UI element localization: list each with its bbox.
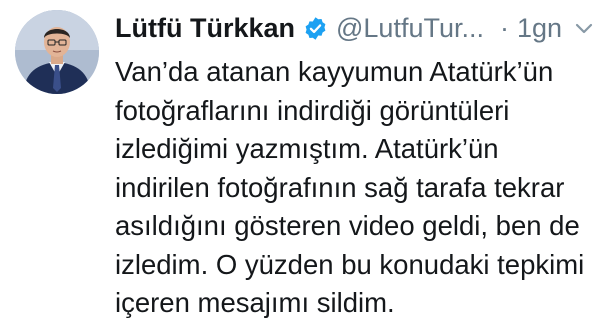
avatar-photo — [15, 10, 99, 94]
chevron-down-icon[interactable] — [575, 22, 593, 36]
tweet-header: Lütfü Türkkan @LutfuTur... · 1gn — [115, 6, 562, 50]
tweet-text-line: indirilen fotoğrafının sağ tarafa tekrar — [115, 171, 565, 203]
tweet-text-line: fotoğraflarını indirdiği görüntüleri — [115, 94, 510, 126]
tweet-text-line: izlediğimi yazmıştım. Atatürk’ün — [115, 133, 499, 164]
tweet-text-line: izledim. O yüzden bu konudaki tepkimi — [115, 248, 585, 280]
tweet-text-line: içeren mesajımı sildim. — [115, 287, 395, 318]
tweet[interactable]: Lütfü Türkkan @LutfuTur... · 1gn Van’da … — [0, 0, 600, 330]
header-separator: · — [499, 13, 509, 43]
tweet-text-line: asıldığını gösteren video geldi, ben de — [115, 210, 580, 241]
verified-badge-icon — [303, 16, 328, 41]
author-name[interactable]: Lütfü Türkkan — [115, 6, 295, 50]
tweet-timestamp[interactable]: 1gn — [517, 6, 562, 50]
author-handle[interactable]: @LutfuTur... — [336, 6, 484, 50]
avatar[interactable] — [15, 10, 99, 94]
tweet-text: Van’da atanan kayyumun Atatürk’ün fotoğr… — [115, 53, 597, 323]
tweet-text-line: Van’da atanan kayyumun Atatürk’ün — [115, 56, 554, 87]
